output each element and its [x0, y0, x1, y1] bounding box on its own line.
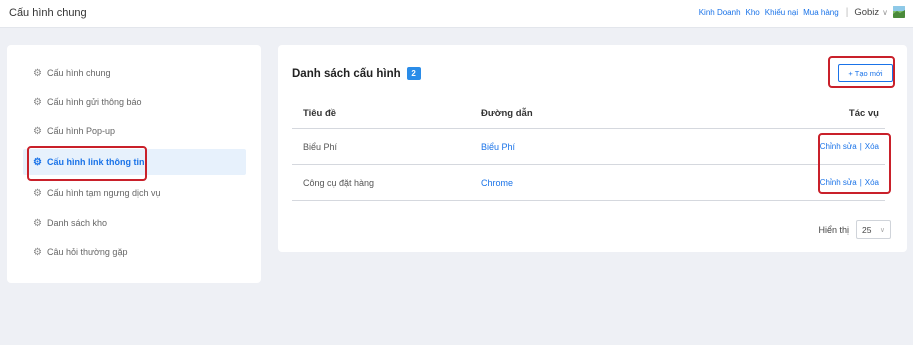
gears-icon: ⚙ [33, 96, 42, 108]
nav-link-kho[interactable]: Kho [746, 8, 760, 17]
row-link[interactable]: Chrome [481, 178, 513, 188]
nav-link-kinh-doanh[interactable]: Kinh Doanh [699, 8, 741, 17]
top-nav: Kinh Doanh Kho Khiếu nại Mua hàng | Gobi… [694, 6, 905, 18]
nav-link-mua-hang[interactable]: Mua hàng [803, 8, 839, 17]
column-header-link: Đường dẫn [481, 108, 533, 119]
config-list-card: Danh sách cấu hình 2 + Tạo mới Tiêu đề Đ… [278, 45, 907, 252]
column-header-actions: Tác vụ [848, 108, 879, 119]
sidebar-item-suspend-service[interactable]: ⚙ Cấu hình tạm ngưng dịch vụ [23, 180, 246, 206]
avatar[interactable] [893, 6, 905, 18]
highlight-box-create-button [828, 56, 895, 88]
page-size-select[interactable]: 25 ∨ [856, 220, 891, 239]
nav-link-khieu-nai[interactable]: Khiếu nại [765, 8, 798, 17]
sidebar-item-label: Cấu hình Pop-up [46, 126, 116, 136]
chevron-down-icon: ∨ [879, 226, 885, 234]
row-title: Biểu Phí [303, 142, 338, 152]
column-header-title: Tiêu đề [303, 108, 337, 119]
sidebar-item-popup[interactable]: ⚙ Cấu hình Pop-up [23, 118, 246, 144]
page-title: Cấu hình chung [9, 7, 87, 19]
table-header: Tiêu đề Đường dẫn Tác vụ [292, 99, 885, 129]
sidebar-item-notifications[interactable]: ⚙ Cấu hình gửi thông báo [23, 89, 246, 115]
sidebar-item-warehouses[interactable]: ⚙ Danh sách kho [23, 210, 246, 236]
count-badge: 2 [406, 67, 421, 80]
gears-icon: ⚙ [33, 187, 42, 199]
table-row: Công cụ đặt hàng Chrome Chỉnh sửa | Xóa [292, 165, 885, 201]
highlight-box-sidebar-item [27, 146, 147, 181]
gears-icon: ⚙ [33, 67, 42, 79]
row-link[interactable]: Biểu Phí [481, 142, 515, 152]
user-menu[interactable]: Gobiz [854, 7, 879, 18]
pagination-footer: Hiển thị 25 ∨ [818, 220, 891, 239]
card-title-text: Danh sách cấu hình [292, 67, 401, 80]
table-row: Biểu Phí Biểu Phí Chỉnh sửa | Xóa [292, 129, 885, 165]
card-title: Danh sách cấu hình 2 [292, 67, 421, 80]
sidebar-item-label: Câu hỏi thường gặp [46, 247, 128, 257]
sidebar-item-label: Danh sách kho [46, 218, 108, 228]
row-title: Công cụ đặt hàng [303, 178, 375, 188]
gears-icon: ⚙ [33, 246, 42, 258]
page-size-label: Hiển thị [818, 224, 849, 235]
nav-divider: | [845, 6, 849, 18]
sidebar-item-faq[interactable]: ⚙ Câu hỏi thường gặp [23, 239, 246, 265]
page-size-value: 25 [862, 224, 872, 235]
top-bar: Cấu hình chung Kinh Doanh Kho Khiếu nại … [0, 0, 913, 28]
sidebar-item-label: Cấu hình chung [46, 68, 111, 78]
sidebar-item-label: Cấu hình gửi thông báo [46, 97, 142, 107]
chevron-down-icon[interactable]: ∨ [882, 8, 888, 17]
highlight-box-row-actions [818, 133, 891, 194]
gears-icon: ⚙ [33, 125, 42, 137]
sidebar-item-general[interactable]: ⚙ Cấu hình chung [23, 60, 246, 86]
sidebar-item-label: Cấu hình tạm ngưng dịch vụ [46, 188, 161, 198]
gears-icon: ⚙ [33, 217, 42, 229]
config-table: Tiêu đề Đường dẫn Tác vụ Biểu Phí Biểu P… [292, 99, 885, 201]
